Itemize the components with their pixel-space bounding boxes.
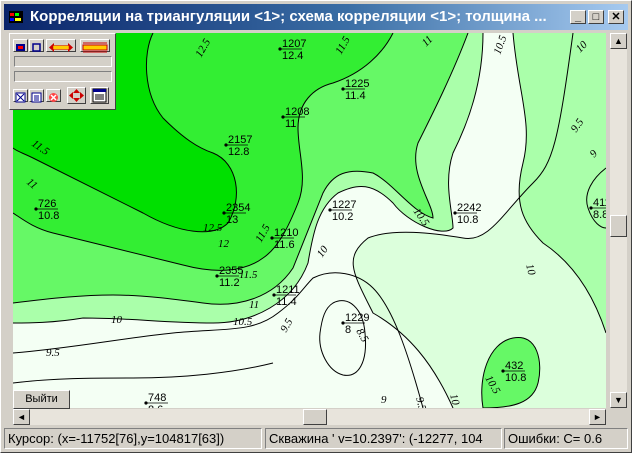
well-name: 1227 [332,199,356,211]
horizontal-compress-icon[interactable] [80,39,110,53]
expand-arrows-icon[interactable] [67,87,86,104]
well-name: 1225 [345,78,369,90]
cross-icon[interactable] [13,89,28,103]
move-icon[interactable] [13,39,28,52]
well-marker[interactable]: 224210.8 [453,202,481,226]
window-title: Корреляции на триангуляции <1>; схема ко… [30,8,547,25]
well-value: 10.8 [457,214,478,226]
window-icon[interactable] [90,87,109,104]
well-marker[interactable]: 121111.4 [272,284,300,308]
main-window: Корреляции на триангуляции <1>; схема ко… [0,0,632,453]
well-marker[interactable]: 122710.2 [328,199,356,223]
rectangle-icon[interactable] [29,39,44,52]
well-value: 8.6 [148,404,163,408]
well-name: 1210 [274,227,298,239]
well-marker[interactable]: 72610.8 [34,198,59,222]
exit-button[interactable]: Выйти [13,390,70,409]
well-value: 12.4 [282,50,303,62]
horizontal-scroll-thumb[interactable] [303,409,327,425]
status-cursor: Курсор: (x=-11752[76],y=104817[63]) [4,428,262,449]
svg-text:9.5: 9.5 [46,347,60,359]
svg-text:9.5: 9.5 [413,396,428,408]
well-name: 411 [593,197,606,209]
well-value: 8 [345,324,351,336]
toolbar-slot-1[interactable] [14,56,112,67]
svg-text:10.5: 10.5 [233,316,253,328]
well-value: 11.6 [274,239,295,251]
svg-text:9: 9 [381,394,387,406]
well-value: 11 [285,118,296,130]
delete-icon[interactable] [46,89,61,102]
well-name: 2355 [219,265,243,277]
vertical-scrollbar[interactable]: ▲ ▼ [610,33,627,408]
well-value: 10.2 [332,211,353,223]
well-value: 13 [226,214,238,226]
document-icon[interactable] [29,89,44,103]
scroll-right-button[interactable]: ► [589,409,606,425]
well-name: 432 [505,360,523,372]
well-name: 2157 [228,134,252,146]
well-value: 10.8 [38,210,59,222]
well-name: 2242 [457,202,481,214]
status-errors: Ошибки: C= 0.6 [504,428,628,449]
vertical-scroll-thumb[interactable] [610,215,627,237]
app-icon [9,11,23,23]
svg-text:10: 10 [111,314,123,326]
scroll-up-button[interactable]: ▲ [610,33,627,49]
well-name: 726 [38,198,56,210]
well-marker[interactable]: 215712.8 [224,134,252,158]
horizontal-stretch-icon[interactable] [46,39,76,52]
horizontal-scrollbar[interactable]: ◄ ► [13,409,606,425]
svg-text:12.5: 12.5 [203,222,223,234]
scroll-down-button[interactable]: ▼ [610,392,627,408]
well-value: 11.4 [276,296,297,308]
status-bar: Курсор: (x=-11752[76],y=104817[63]) Сква… [4,428,628,449]
svg-text:11: 11 [249,299,259,311]
well-name: 1208 [285,106,309,118]
well-name: 748 [148,392,166,404]
scroll-left-button[interactable]: ◄ [13,409,30,425]
well-name: 1211 [276,284,300,296]
title-bar[interactable]: Корреляции на триангуляции <1>; схема ко… [4,4,628,30]
well-name: 1229 [345,312,369,324]
minimize-button[interactable]: _ [570,10,586,24]
well-marker[interactable]: 235511.2 [215,265,243,289]
maximize-button[interactable]: □ [588,10,604,24]
well-marker[interactable]: 122511.4 [341,78,369,102]
well-value: 12.8 [228,146,249,158]
svg-text:12: 12 [218,238,230,250]
well-value: 11.4 [345,90,366,102]
well-marker[interactable]: 121011.6 [270,227,298,251]
status-well: Скважина ' v=10.2397': (-12277, 104 [265,428,502,449]
well-marker[interactable]: 120712.4 [278,38,306,62]
floating-toolbar [9,33,116,110]
well-value: 8.8 [593,209,606,221]
well-name: 1207 [282,38,306,50]
well-value: 10.8 [505,372,526,384]
well-value: 11.2 [219,277,240,289]
toolbar-slot-2[interactable] [14,71,112,82]
close-button[interactable]: ✕ [608,10,624,24]
well-name: 2354 [226,202,250,214]
well-marker[interactable]: 43210.8 [501,360,526,384]
